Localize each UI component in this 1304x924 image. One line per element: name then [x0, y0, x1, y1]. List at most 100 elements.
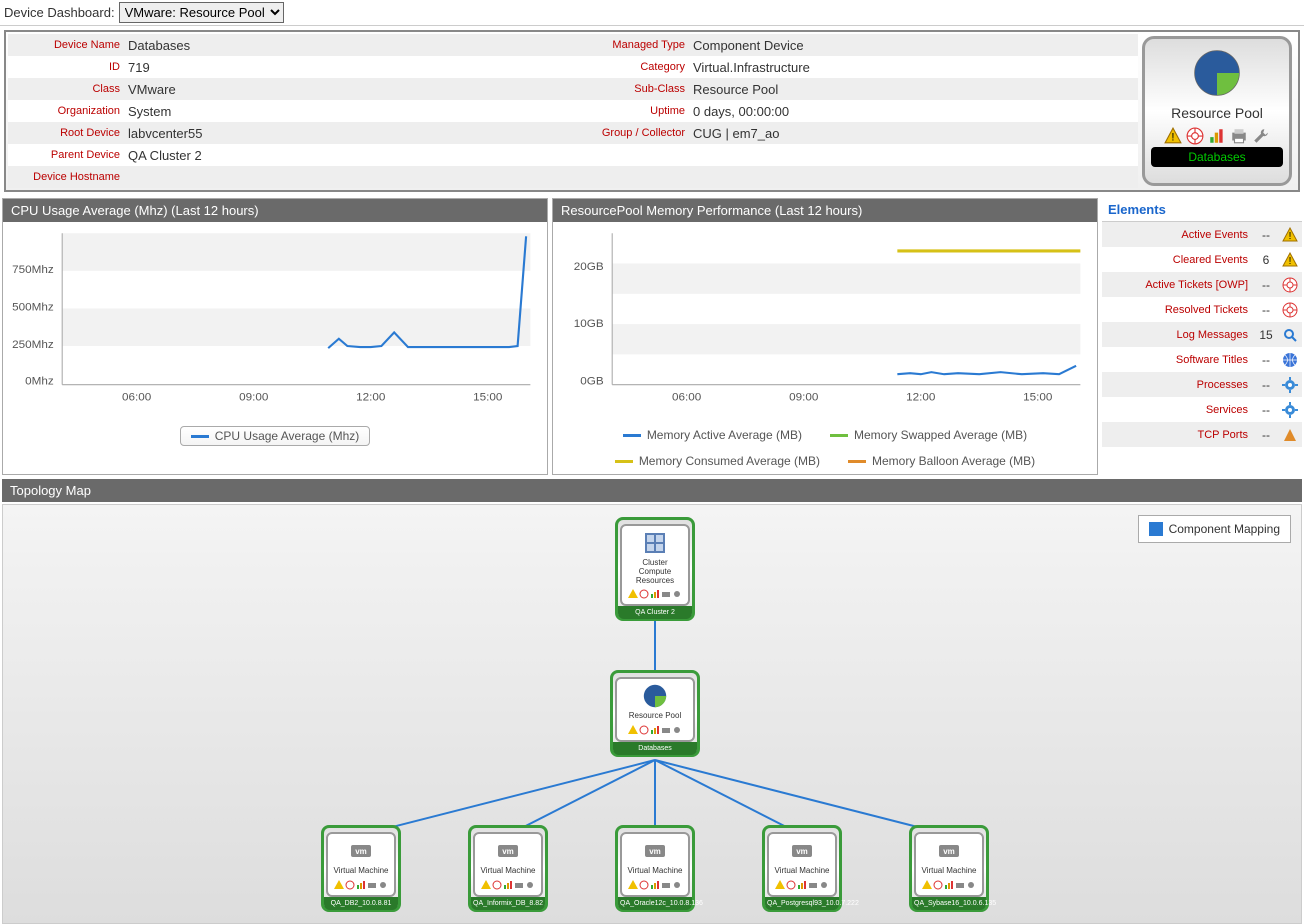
warning-icon[interactable]: ! — [1278, 227, 1302, 243]
info-value: VMware — [128, 82, 573, 97]
svg-text:0Mhz: 0Mhz — [25, 376, 54, 388]
elements-row[interactable]: Services-- — [1102, 397, 1302, 422]
mem-legend-active[interactable]: Memory Active Average (MB) — [613, 426, 812, 444]
elements-label: Services — [1102, 404, 1254, 416]
mem-legend-swapped[interactable]: Memory Swapped Average (MB) — [820, 426, 1037, 444]
device-badge: Resource Pool ! Databases — [1142, 36, 1292, 186]
node-type: Resource Pool — [629, 712, 681, 721]
node-name: QA_Postgresql93_10.0.7.222 — [765, 897, 839, 910]
info-value: System — [128, 104, 573, 119]
device-info-panel: Device NameDatabasesID719ClassVMwareOrga… — [4, 30, 1300, 192]
svg-text:vm: vm — [796, 847, 808, 856]
topology-node[interactable]: vm Virtual Machine QA_Postgresql93_10.0.7.… — [762, 825, 842, 912]
elements-row[interactable]: Software Titles-- — [1102, 347, 1302, 372]
info-value: QA Cluster 2 — [128, 148, 573, 163]
elements-row[interactable]: Log Messages15 — [1102, 322, 1302, 347]
elements-label: Cleared Events — [1102, 254, 1254, 266]
info-row: Managed TypeComponent Device — [573, 34, 1138, 56]
node-name: QA_Oracle12c_10.0.8.136 — [618, 897, 692, 910]
topology-node[interactable]: vmVirtual MachineQA_Sybase16_10.0.6.135 — [909, 825, 989, 912]
badge-title: Resource Pool — [1171, 105, 1263, 121]
warning-icon[interactable]: ! — [1164, 127, 1182, 145]
elements-row[interactable]: Resolved Tickets-- — [1102, 297, 1302, 322]
svg-text:vm: vm — [355, 847, 367, 856]
node-type: Virtual Machine — [775, 867, 830, 876]
info-row: ID719 — [8, 56, 573, 78]
info-row — [573, 144, 1138, 166]
topology-map[interactable]: Component Mapping Cluster Compute Resour… — [2, 504, 1302, 924]
node-type: Virtual Machine — [481, 867, 536, 876]
elements-row[interactable]: Active Tickets [OWP]-- — [1102, 272, 1302, 297]
svg-text:!: ! — [1289, 256, 1292, 267]
topology-node[interactable]: vmVirtual MachineQA_Oracle12c_10.0.8.136 — [615, 825, 695, 912]
memory-chart-body[interactable]: 0GB 10GB 20GB 06:00 09:00 12:00 15:00 — [553, 222, 1097, 422]
lifering-icon[interactable] — [1278, 277, 1302, 293]
printer-icon[interactable] — [1230, 127, 1248, 145]
elements-title: Elements — [1102, 198, 1302, 222]
info-label: Sub-Class — [573, 83, 693, 95]
topology-node[interactable]: Cluster Compute Resources QA Cluster 2 — [615, 517, 695, 621]
globe-icon[interactable] — [1278, 352, 1302, 368]
elements-row[interactable]: Processes-- — [1102, 372, 1302, 397]
lifering-icon[interactable] — [1278, 302, 1302, 318]
info-value: Resource Pool — [693, 82, 1138, 97]
cpu-legend-item[interactable]: CPU Usage Average (Mhz) — [180, 426, 371, 446]
elements-row[interactable]: Cleared Events6! — [1102, 247, 1302, 272]
elements-label: Active Tickets [OWP] — [1102, 279, 1254, 291]
gear-icon[interactable] — [1278, 377, 1302, 393]
magnifier-icon[interactable] — [1278, 327, 1302, 343]
info-label: Organization — [8, 105, 128, 117]
svg-text:12:00: 12:00 — [356, 391, 385, 403]
node-name: QA_Informix_DB_8.82 — [471, 897, 545, 910]
mem-legend-balloon[interactable]: Memory Balloon Average (MB) — [838, 452, 1045, 470]
warning-icon[interactable]: ! — [1278, 252, 1302, 268]
dashboard-select[interactable]: VMware: Resource Pool — [119, 2, 284, 23]
info-label: Root Device — [8, 127, 128, 139]
node-name: QA Cluster 2 — [618, 606, 692, 619]
elements-panel: Elements Active Events--!Cleared Events6… — [1102, 198, 1302, 475]
wrench-icon[interactable] — [1252, 127, 1270, 145]
info-row: OrganizationSystem — [8, 100, 573, 122]
elements-label: Processes — [1102, 379, 1254, 391]
info-row — [573, 166, 1138, 188]
info-label: ID — [8, 61, 128, 73]
gear-icon[interactable] — [1278, 402, 1302, 418]
topology-node[interactable]: Resource PoolDatabases — [610, 670, 700, 757]
chart-icon[interactable] — [1208, 127, 1226, 145]
node-type: Cluster Compute Resources — [625, 559, 685, 585]
svg-text:750Mhz: 750Mhz — [12, 264, 54, 276]
topology-node[interactable]: vmVirtual MachineQA_Informix_DB_8.82 — [468, 825, 548, 912]
lifering-icon[interactable] — [1186, 127, 1204, 145]
svg-text:250Mhz: 250Mhz — [12, 339, 54, 351]
elements-value: -- — [1254, 403, 1278, 417]
info-row: Parent DeviceQA Cluster 2 — [8, 144, 573, 166]
elements-row[interactable]: Active Events--! — [1102, 222, 1302, 247]
flag-icon[interactable] — [1278, 427, 1302, 443]
badge-toolbar: ! — [1164, 127, 1270, 145]
info-value: Databases — [128, 38, 573, 53]
info-row: Group / CollectorCUG | em7_ao — [573, 122, 1138, 144]
elements-value: -- — [1254, 228, 1278, 242]
elements-value: 15 — [1254, 328, 1278, 342]
info-row: Root Devicelabvcenter55 — [8, 122, 573, 144]
info-label: Uptime — [573, 105, 693, 117]
info-label: Device Name — [8, 39, 128, 51]
header-bar: Device Dashboard: VMware: Resource Pool — [0, 0, 1304, 26]
elements-label: TCP Ports — [1102, 429, 1254, 441]
elements-row[interactable]: TCP Ports-- — [1102, 422, 1302, 447]
mem-legend-consumed[interactable]: Memory Consumed Average (MB) — [605, 452, 830, 470]
info-row: Device NameDatabases — [8, 34, 573, 56]
node-icon-row — [628, 725, 682, 735]
cpu-chart-body[interactable]: 0Mhz 250Mhz 500Mhz 750Mhz 06:00 09:00 12… — [3, 222, 547, 422]
node-name: QA_DB2_10.0.8.81 — [324, 897, 398, 910]
info-value: CUG | em7_ao — [693, 126, 1138, 141]
svg-text:09:00: 09:00 — [239, 391, 268, 403]
elements-label: Software Titles — [1102, 354, 1254, 366]
topology-node[interactable]: vmVirtual MachineQA_DB2_10.0.8.81 — [321, 825, 401, 912]
info-value: Virtual.Infrastructure — [693, 60, 1138, 75]
elements-value: -- — [1254, 303, 1278, 317]
badge-device-name: Databases — [1151, 147, 1283, 167]
info-label: Class — [8, 83, 128, 95]
svg-text:12:00: 12:00 — [906, 391, 935, 403]
info-row: Uptime0 days, 00:00:00 — [573, 100, 1138, 122]
